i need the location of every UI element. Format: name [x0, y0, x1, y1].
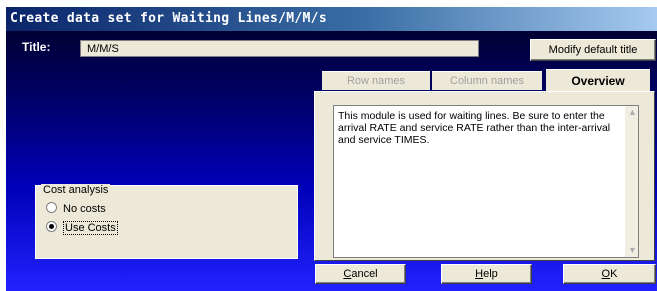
radio-no-costs-icon[interactable]: [46, 202, 57, 213]
overview-scrollbar[interactable]: ▲ ▼: [625, 106, 638, 257]
overview-text: This module is used for waiting lines. B…: [338, 110, 611, 146]
radio-no-costs-label: No costs: [63, 203, 106, 215]
help-mnemonic: H: [475, 268, 484, 280]
radio-use-costs-label: Use Costs: [63, 221, 118, 235]
cancel-label: ancel: [351, 268, 378, 280]
radio-no-costs[interactable]: No costs: [46, 202, 106, 215]
help-button[interactable]: Help: [441, 264, 532, 284]
scroll-up-icon[interactable]: ▲: [628, 107, 637, 117]
radio-use-costs[interactable]: Use Costs: [46, 221, 118, 235]
dialog-body: Title: M/M/S Modify default title Row na…: [6, 31, 657, 291]
ok-button[interactable]: OK: [563, 264, 656, 284]
overview-textbox[interactable]: This module is used for waiting lines. B…: [333, 105, 639, 258]
modify-default-title-button[interactable]: Modify default title: [530, 39, 656, 61]
title-label: Title:: [22, 40, 51, 54]
cost-analysis-group: Cost analysis No costs Use Costs: [35, 184, 298, 259]
tab-column-names[interactable]: Column names: [432, 71, 542, 90]
tab-row-names[interactable]: Row names: [322, 71, 430, 90]
cost-analysis-legend: Cost analysis: [41, 184, 111, 196]
title-bar[interactable]: Create data set for Waiting Lines/M/M/s: [6, 7, 657, 31]
radio-use-costs-icon[interactable]: [46, 221, 57, 232]
ok-label: K: [610, 268, 618, 280]
ok-mnemonic: O: [601, 268, 611, 280]
help-label: elp: [483, 268, 498, 280]
title-input[interactable]: M/M/S: [80, 40, 479, 57]
overview-panel: This module is used for waiting lines. B…: [314, 91, 655, 261]
window-title: Create data set for Waiting Lines/M/M/s: [10, 11, 327, 26]
scroll-down-icon[interactable]: ▼: [628, 245, 637, 255]
dialog-window: Create data set for Waiting Lines/M/M/s …: [0, 0, 657, 291]
cancel-button[interactable]: Cancel: [315, 264, 406, 284]
tab-strip: Row names Column names Overview: [314, 69, 655, 92]
tab-overview[interactable]: Overview: [546, 69, 650, 92]
